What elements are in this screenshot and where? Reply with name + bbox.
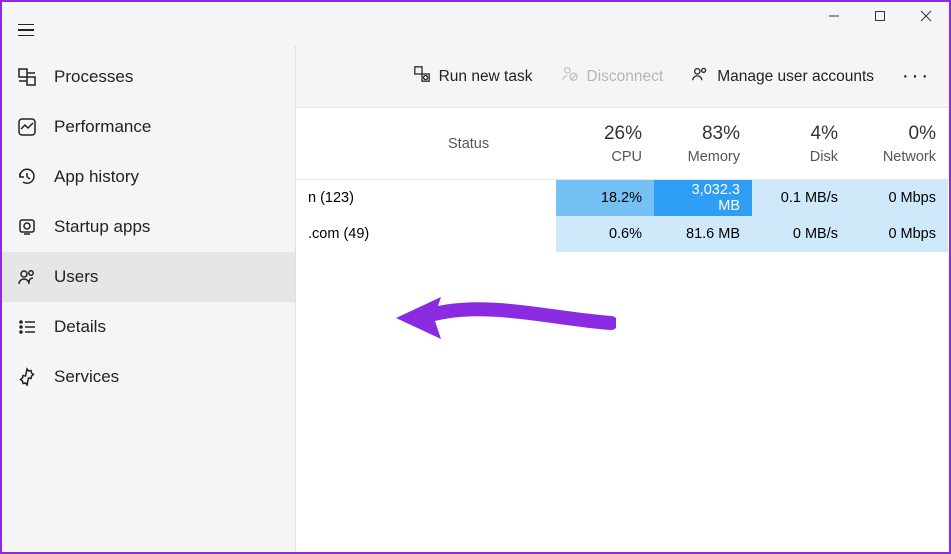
cell-status (436, 216, 556, 252)
annotation-arrow (396, 283, 616, 353)
hamburger-menu-button[interactable] (8, 12, 44, 48)
cell-cpu: 18.2% (556, 180, 654, 216)
navigation-sidebar: Processes Performance App history Startu… (2, 46, 296, 552)
column-cpu[interactable]: 26% CPU (556, 108, 654, 179)
history-icon (16, 166, 38, 188)
manage-user-accounts-button[interactable]: Manage user accounts (679, 59, 886, 94)
users-icon (16, 266, 38, 288)
column-memory[interactable]: 83% Memory (654, 108, 752, 179)
manage-users-icon (691, 65, 709, 88)
minimize-button[interactable] (811, 2, 857, 30)
cell-name: n (123) (296, 180, 436, 216)
cell-network: 0 Mbps (850, 216, 948, 252)
disconnect-button: Disconnect (549, 59, 676, 94)
window-controls (811, 2, 949, 30)
sidebar-item-details[interactable]: Details (2, 302, 295, 352)
sidebar-item-label: App history (54, 167, 139, 187)
more-options-button[interactable]: ··· (890, 59, 943, 94)
column-disk[interactable]: 4% Disk (752, 108, 850, 179)
run-task-icon (413, 65, 431, 88)
cell-disk: 0.1 MB/s (752, 180, 850, 216)
disconnect-icon (561, 65, 579, 88)
column-network[interactable]: 0% Network (850, 108, 948, 179)
cell-status (436, 180, 556, 216)
users-table: Status 26% CPU 83% Memory 4% Disk 0% (296, 108, 949, 252)
toolbar: Run new task Disconnect Manage user acco… (296, 46, 949, 108)
services-icon (16, 366, 38, 388)
cell-cpu: 0.6% (556, 216, 654, 252)
cell-disk: 0 MB/s (752, 216, 850, 252)
task-manager-window: Processes Performance App history Startu… (0, 0, 951, 554)
table-row[interactable]: .com (49) 0.6%81.6 MB0 MB/s0 Mbps (296, 216, 949, 252)
main-content: Run new task Disconnect Manage user acco… (296, 46, 949, 552)
sidebar-item-processes[interactable]: Processes (2, 52, 295, 102)
sidebar-item-label: Performance (54, 117, 151, 137)
sidebar-item-label: Services (54, 367, 119, 387)
processes-icon (16, 66, 38, 88)
details-icon (16, 316, 38, 338)
cell-memory: 3,032.3 MB (654, 180, 752, 216)
sidebar-item-label: Users (54, 267, 98, 287)
run-new-task-button[interactable]: Run new task (401, 59, 545, 94)
sidebar-item-users[interactable]: Users (2, 252, 295, 302)
sidebar-item-startup-apps[interactable]: Startup apps (2, 202, 295, 252)
column-name[interactable] (296, 108, 436, 179)
title-bar (2, 2, 949, 46)
sidebar-item-label: Details (54, 317, 106, 337)
sidebar-item-performance[interactable]: Performance (2, 102, 295, 152)
startup-icon (16, 216, 38, 238)
close-button[interactable] (903, 2, 949, 30)
table-header: Status 26% CPU 83% Memory 4% Disk 0% (296, 108, 949, 180)
sidebar-item-label: Processes (54, 67, 133, 87)
column-status[interactable]: Status (436, 108, 556, 179)
table-body: n (123)18.2%3,032.3 MB0.1 MB/s0 Mbps.com… (296, 180, 949, 252)
table-row[interactable]: n (123) 18.2%3,032.3 MB0.1 MB/s0 Mbps (296, 180, 949, 216)
cell-name: .com (49) (296, 216, 436, 252)
sidebar-item-services[interactable]: Services (2, 352, 295, 402)
maximize-button[interactable] (857, 2, 903, 30)
performance-icon (16, 116, 38, 138)
cell-network: 0 Mbps (850, 180, 948, 216)
cell-memory: 81.6 MB (654, 216, 752, 252)
sidebar-item-app-history[interactable]: App history (2, 152, 295, 202)
sidebar-item-label: Startup apps (54, 217, 150, 237)
